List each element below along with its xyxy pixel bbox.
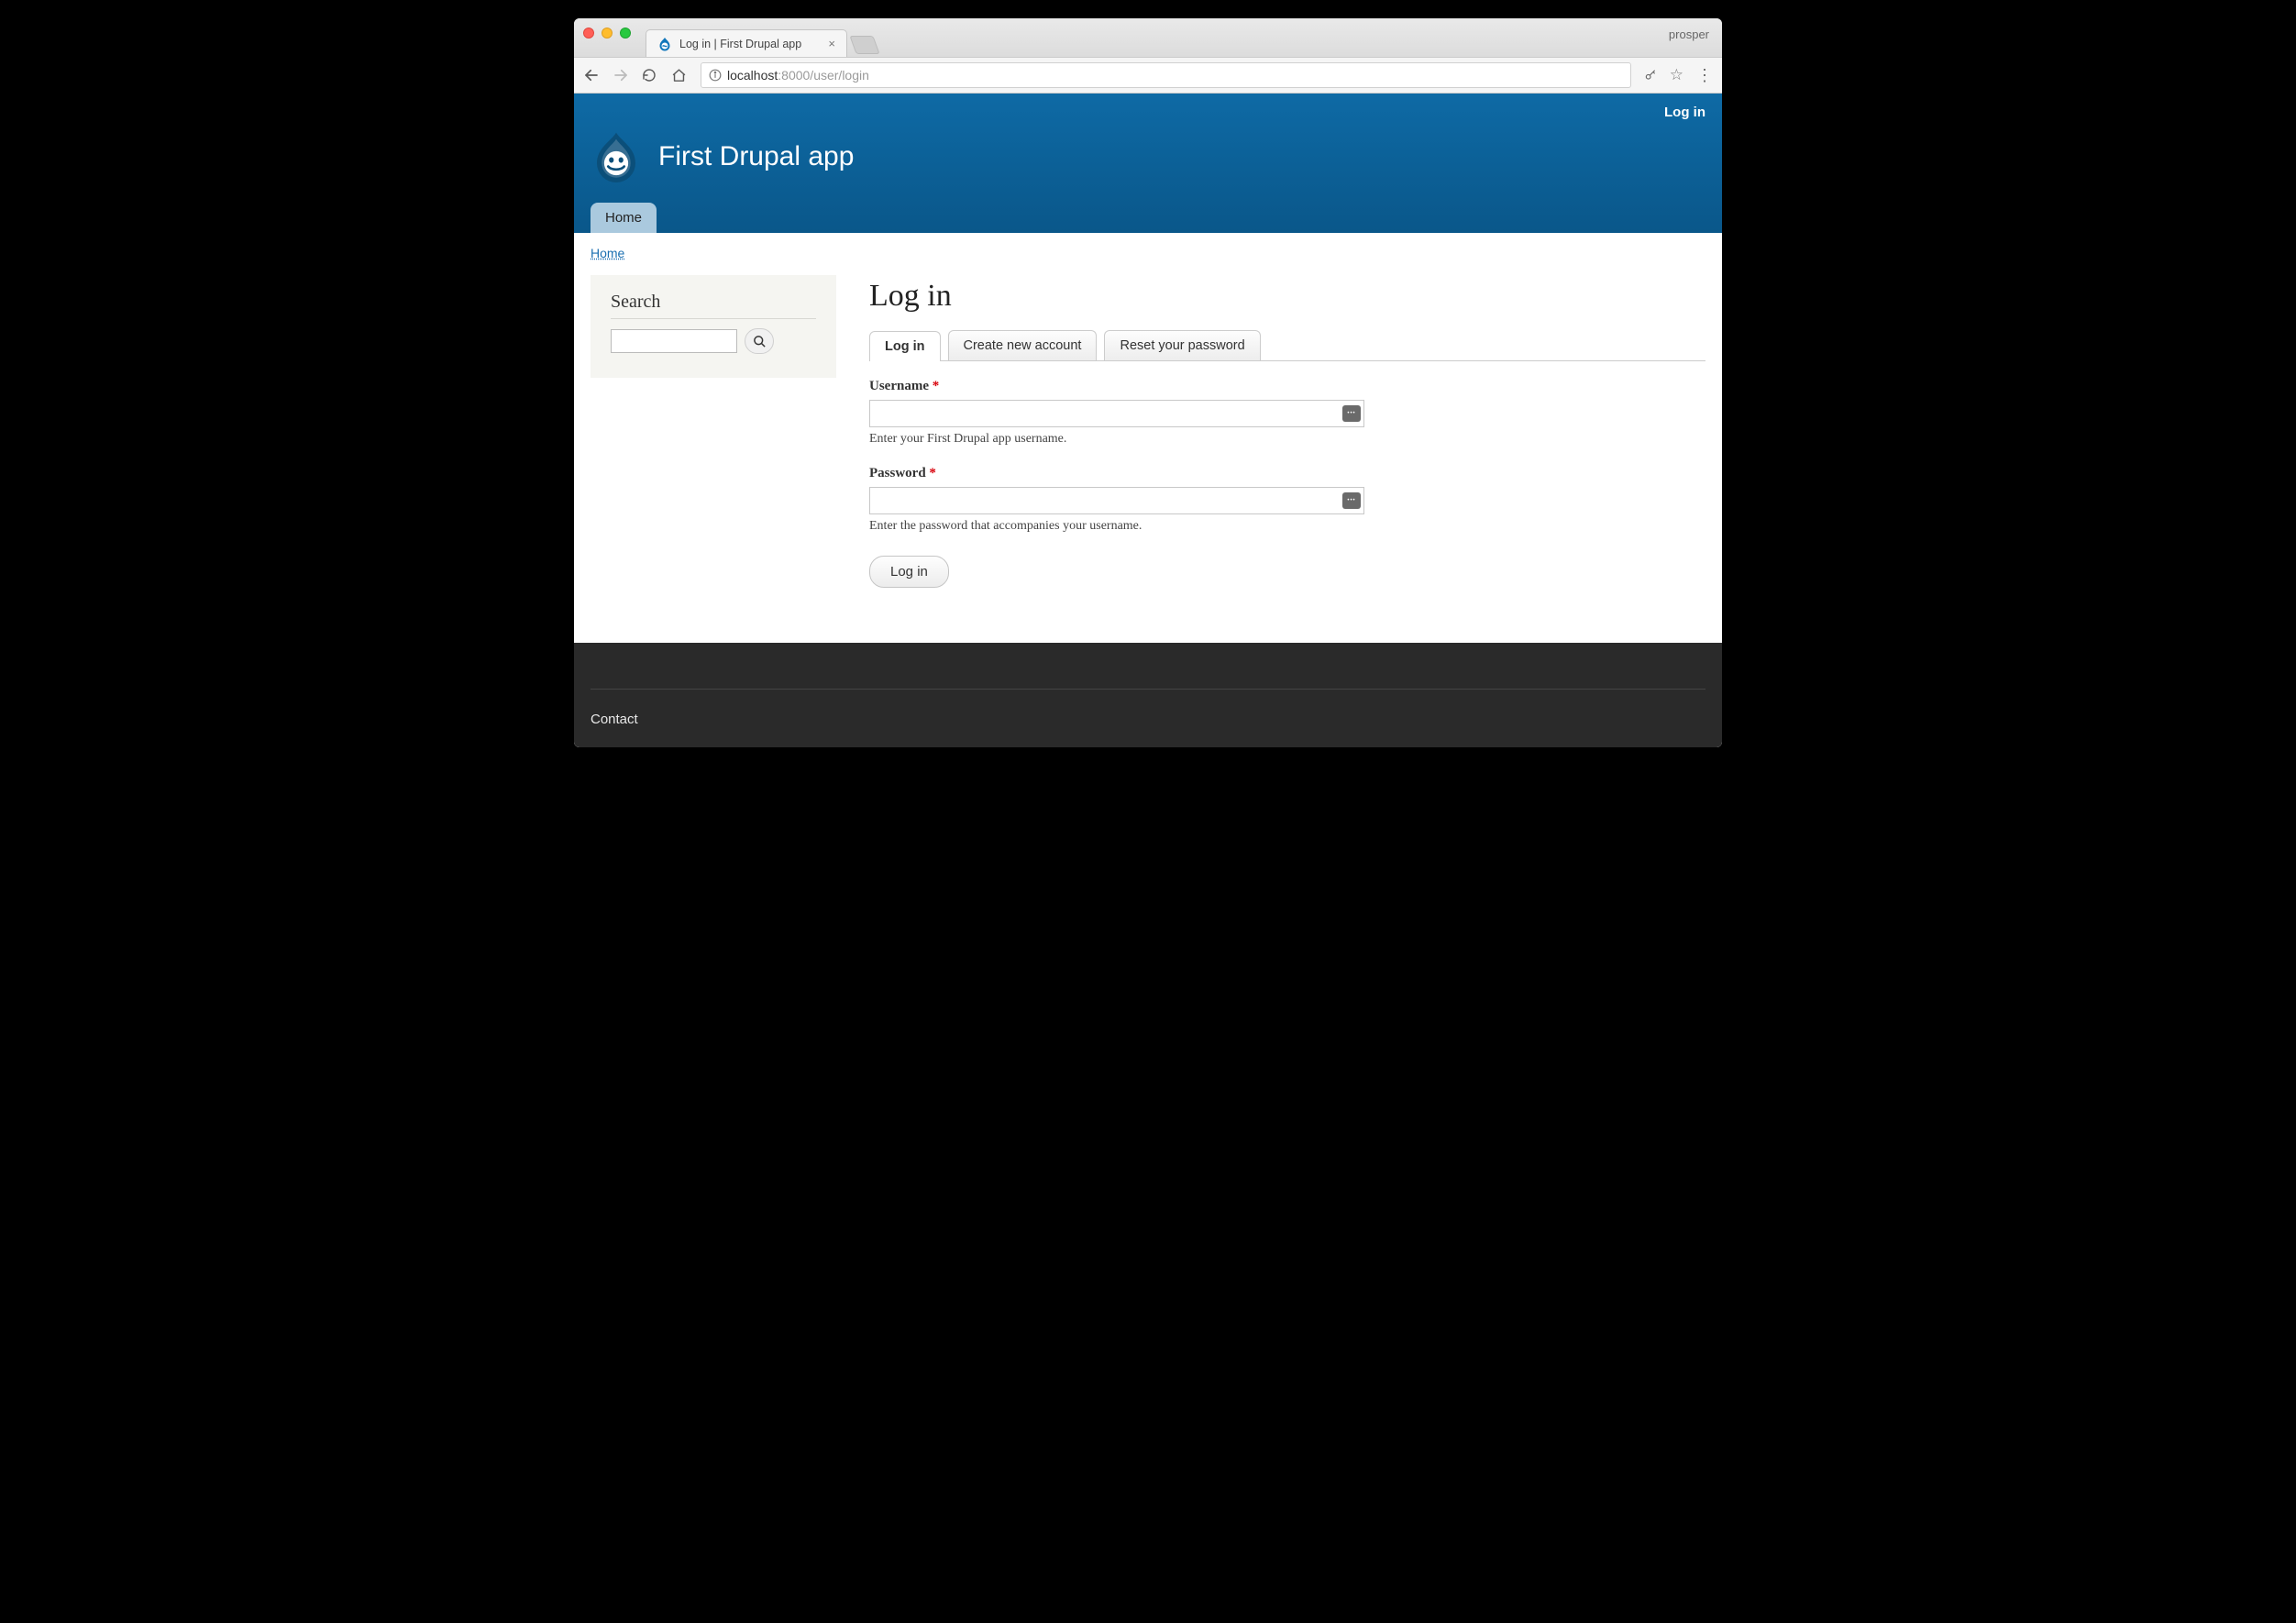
browser-toolbar: localhost:8000/user/login ☆ ⋮: [574, 57, 1722, 94]
nav-back-button[interactable]: [583, 67, 600, 83]
site-info-icon[interactable]: [709, 69, 722, 82]
window-maximize-button[interactable]: [620, 28, 631, 39]
browser-profile-label[interactable]: prosper: [1669, 28, 1709, 41]
password-label: Password *: [869, 466, 936, 480]
primary-nav: Home: [591, 203, 1705, 233]
toolbar-right: ☆ ⋮: [1644, 66, 1713, 84]
password-manager-icon[interactable]: •••: [1342, 492, 1361, 509]
address-bar[interactable]: localhost:8000/user/login: [701, 62, 1631, 88]
window-close-button[interactable]: [583, 28, 594, 39]
nav-forward-button[interactable]: [613, 67, 629, 83]
footer-divider: [591, 689, 1705, 690]
page-title: Log in: [869, 279, 1705, 314]
browser-tab[interactable]: Log in | First Drupal app ×: [646, 29, 847, 57]
username-help-text: Enter your First Drupal app username.: [869, 432, 1364, 447]
tab-reset-password[interactable]: Reset your password: [1104, 330, 1260, 360]
site-branding: First Drupal app: [591, 124, 1705, 203]
site-header: Log in First Drupal app Home: [574, 94, 1722, 233]
login-submit-button[interactable]: Log in: [869, 556, 949, 588]
site-footer: Contact: [574, 643, 1722, 747]
drupal-logo-icon[interactable]: [591, 131, 642, 182]
window-minimize-button[interactable]: [602, 28, 613, 39]
search-icon: [753, 335, 767, 348]
password-manager-icon[interactable]: •••: [1342, 405, 1361, 422]
nav-reload-button[interactable]: [642, 68, 658, 83]
breadcrumb-home-link[interactable]: Home: [591, 246, 624, 260]
site-name[interactable]: First Drupal app: [658, 141, 854, 172]
new-tab-button[interactable]: [849, 36, 879, 54]
key-icon[interactable]: [1644, 69, 1657, 82]
search-heading: Search: [611, 292, 816, 319]
required-marker: *: [929, 466, 936, 480]
account-tabs: Log in Create new account Reset your pas…: [869, 330, 1705, 361]
window-controls: [583, 28, 631, 39]
url-text: localhost:8000/user/login: [727, 68, 869, 83]
header-login-link[interactable]: Log in: [1664, 105, 1705, 120]
page-viewport: Log in First Drupal app Home: [574, 94, 1722, 747]
tab-close-icon[interactable]: ×: [828, 37, 835, 50]
sidebar: Search: [591, 275, 836, 378]
nav-home-tab[interactable]: Home: [591, 203, 657, 233]
password-help-text: Enter the password that accompanies your…: [869, 519, 1364, 534]
password-input[interactable]: [869, 487, 1364, 514]
required-marker: *: [933, 379, 940, 393]
browser-window: Log in | First Drupal app × prosper loca…: [574, 18, 1722, 747]
nav-home-button[interactable]: [671, 68, 688, 83]
footer-contact-link[interactable]: Contact: [591, 712, 638, 727]
drupal-favicon-icon: [657, 37, 672, 51]
search-input[interactable]: [611, 329, 737, 353]
login-form: Username * ••• Enter your First Drupal a…: [869, 361, 1364, 588]
browser-titlebar: Log in | First Drupal app × prosper: [574, 18, 1722, 57]
bookmark-star-icon[interactable]: ☆: [1670, 66, 1683, 84]
main-content: Log in Log in Create new account Reset y…: [869, 275, 1705, 588]
browser-menu-icon[interactable]: ⋮: [1696, 67, 1713, 83]
username-label: Username *: [869, 379, 939, 393]
tab-title: Log in | First Drupal app: [679, 38, 821, 50]
search-button[interactable]: [745, 328, 774, 354]
tab-create-account[interactable]: Create new account: [948, 330, 1098, 360]
username-input[interactable]: [869, 400, 1364, 427]
tab-login[interactable]: Log in: [869, 331, 941, 361]
breadcrumb: Home: [574, 233, 1722, 266]
